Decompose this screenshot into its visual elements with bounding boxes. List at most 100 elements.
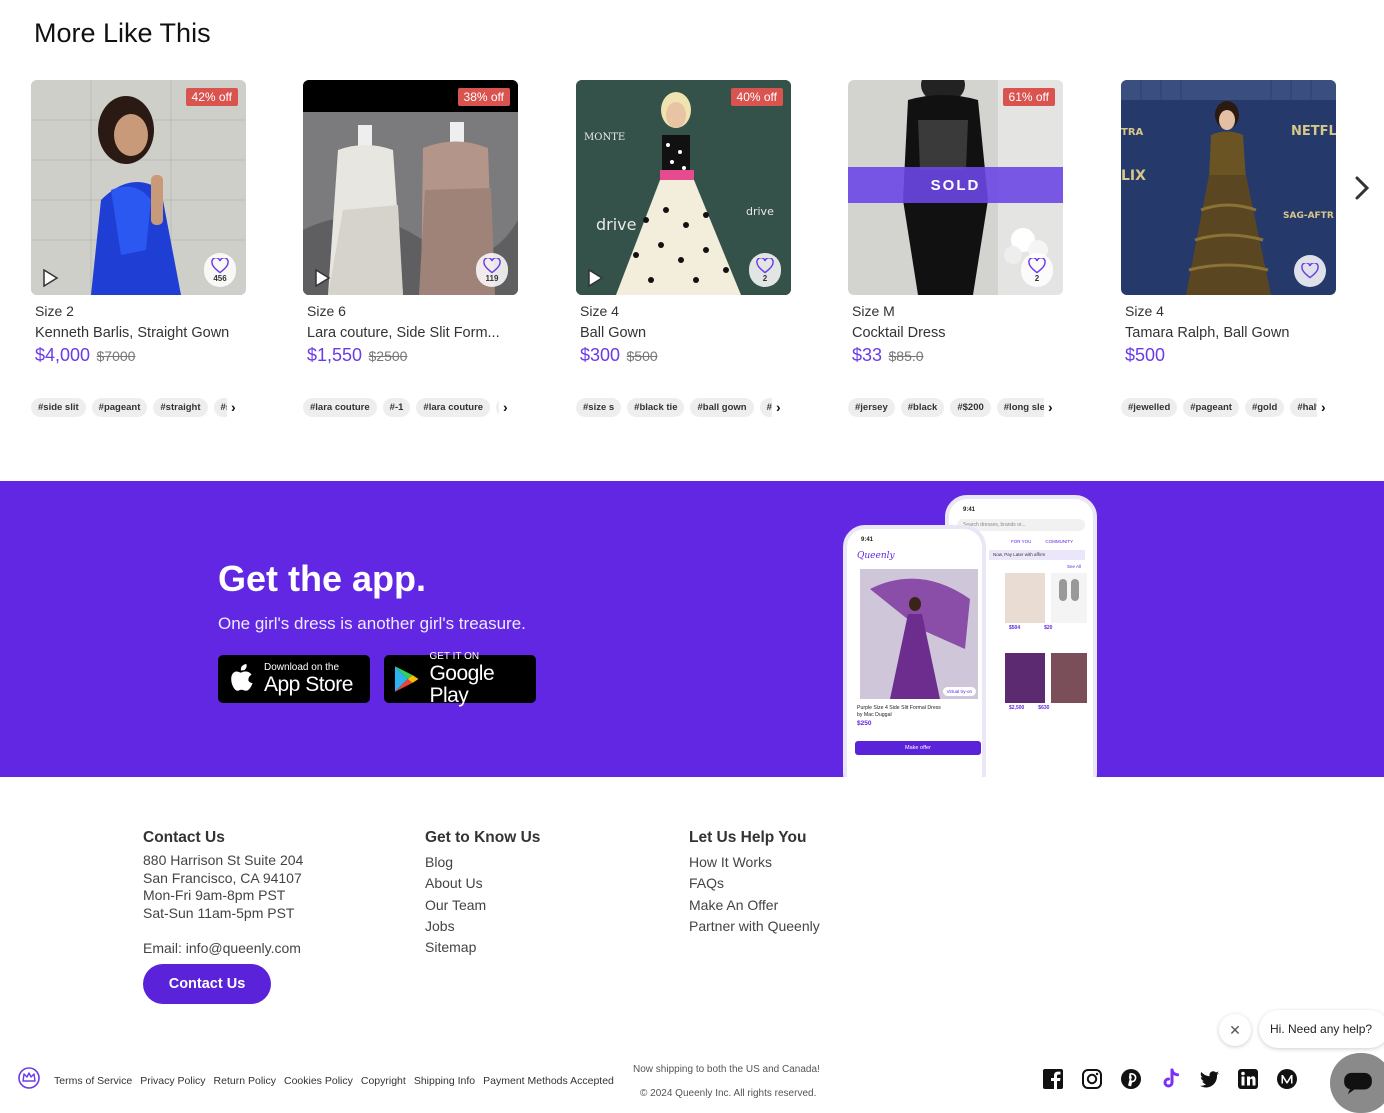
play-icon[interactable] xyxy=(313,269,331,287)
chevron-right-icon[interactable]: › xyxy=(1048,399,1053,415)
tag-chip[interactable]: #ball gown xyxy=(690,397,754,417)
footer-link-make-an-offer[interactable]: Make An Offer xyxy=(689,895,820,916)
tag-chip[interactable]: #straight xyxy=(153,397,208,417)
tag-chip[interactable]: #gold xyxy=(1244,397,1285,417)
tiktok-icon[interactable] xyxy=(1159,1068,1181,1090)
app-store-button[interactable]: Download on the App Store xyxy=(218,655,370,703)
tag-chip[interactable]: #lara couture xyxy=(303,397,377,417)
footer-link-about-us[interactable]: About Us xyxy=(425,873,540,894)
app-promo-title: Get the app. xyxy=(218,558,427,599)
footer-link-our-team[interactable]: Our Team xyxy=(425,895,540,916)
chevron-right-icon[interactable]: › xyxy=(503,399,508,415)
instagram-icon[interactable] xyxy=(1081,1068,1103,1090)
linkedin-icon[interactable] xyxy=(1237,1068,1259,1090)
product-card[interactable]: 38% off 119 Size 6 Lara couture, Side Sl… xyxy=(303,80,518,417)
discount-badge: 40% off xyxy=(730,88,783,106)
phone-time: 9:41 xyxy=(963,507,976,513)
shipping-link[interactable]: Shipping Info xyxy=(414,1075,475,1087)
favorite-button[interactable]: 2 xyxy=(1021,253,1053,287)
tag-chip[interactable]: #black tie xyxy=(627,397,685,417)
twitter-icon[interactable] xyxy=(1198,1068,1220,1090)
contact-us-button[interactable]: Contact Us xyxy=(143,964,271,1004)
product-card[interactable]: 42% off 456 Size 2 Kenneth Barlis, Strai… xyxy=(31,80,246,417)
tag-chip[interactable]: #side slit xyxy=(31,397,86,417)
product-card[interactable]: SOLD 61% off 2 Size M Cocktail Dress $33… xyxy=(848,80,1063,417)
email-line[interactable]: Email: info@queenly.com xyxy=(143,940,303,958)
tag-chip[interactable]: #$200 xyxy=(950,397,991,417)
carousel-next-icon[interactable] xyxy=(1352,172,1372,204)
phone-virtual-try-on: Virtual try-on xyxy=(942,687,976,696)
tag-chip[interactable]: # xyxy=(496,397,499,417)
product-name[interactable]: Cocktail Dress xyxy=(852,325,1062,341)
tag-chip[interactable]: #bl xyxy=(759,397,772,417)
product-size: Size 2 xyxy=(35,303,74,319)
product-name[interactable]: Lara couture, Side Slit Form... xyxy=(307,325,517,341)
chat-close-button[interactable]: ✕ xyxy=(1219,1014,1251,1046)
pinterest-icon[interactable] xyxy=(1120,1068,1142,1090)
tag-chip[interactable]: #long slee xyxy=(996,397,1044,417)
facebook-icon[interactable] xyxy=(1042,1068,1064,1090)
favorite-button[interactable]: 119 xyxy=(476,253,508,287)
chevron-right-icon[interactable]: › xyxy=(776,399,781,415)
chat-launcher-button[interactable] xyxy=(1330,1053,1384,1113)
discount-badge: 42% off xyxy=(185,88,238,106)
tag-list: #side slit #pageant #straight #s › xyxy=(31,397,246,417)
apple-icon xyxy=(231,664,253,691)
play-icon[interactable] xyxy=(41,269,59,287)
cookies-link[interactable]: Cookies Policy xyxy=(284,1075,353,1087)
tag-chip[interactable]: #size s xyxy=(576,397,622,417)
tag-chip[interactable]: #s xyxy=(213,397,227,417)
tag-chip[interactable]: #lara couture xyxy=(416,397,491,417)
chevron-right-icon[interactable]: › xyxy=(231,399,236,415)
copyright-link[interactable]: Copyright xyxy=(361,1075,406,1087)
tag-list: #size s #black tie #ball gown #bl › xyxy=(576,397,791,417)
tag-chip[interactable]: #black xyxy=(900,397,945,417)
medium-icon[interactable] xyxy=(1276,1068,1298,1090)
tag-chip[interactable]: #jersey xyxy=(848,397,895,417)
product-size: Size 6 xyxy=(307,303,346,319)
return-policy-link[interactable]: Return Policy xyxy=(214,1075,276,1087)
tag-chip[interactable]: #jewelled xyxy=(1121,397,1178,417)
price-row: $4,000 $7000 xyxy=(35,345,246,366)
footer-contact-column: Contact Us 880 Harrison St Suite 204 San… xyxy=(143,829,303,958)
tag-chip[interactable]: #pageant xyxy=(1183,397,1239,417)
chat-greeting-bubble[interactable]: Hi. Need any help? xyxy=(1259,1010,1384,1048)
product-image[interactable]: 38% off 119 xyxy=(303,80,518,295)
payment-methods-link[interactable]: Payment Methods Accepted xyxy=(483,1075,614,1087)
tag-chip[interactable]: #halte xyxy=(1290,397,1317,417)
phone-tab: COMMUNITY xyxy=(1045,539,1074,544)
product-image[interactable]: TRA LIX NETFLI SAG-AFTR xyxy=(1121,80,1336,295)
terms-link[interactable]: Terms of Service xyxy=(54,1075,132,1087)
like-count: 119 xyxy=(485,273,499,283)
product-card[interactable]: TRA LIX NETFLI SAG-AFTR Size 4 Tamara Ra… xyxy=(1121,80,1336,417)
chat-icon xyxy=(1344,1072,1372,1095)
footer-link-sitemap[interactable]: Sitemap xyxy=(425,937,540,958)
queenly-crown-logo-icon[interactable] xyxy=(18,1067,40,1089)
google-play-button[interactable]: GET IT ON Google Play xyxy=(384,651,536,707)
discount-badge: 38% off xyxy=(457,88,510,106)
product-image[interactable]: MONTE drive drive 40% off 2 xyxy=(576,80,791,295)
product-image[interactable]: 42% off 456 xyxy=(31,80,246,295)
like-count: 456 xyxy=(213,273,227,283)
footer-link-jobs[interactable]: Jobs xyxy=(425,916,540,937)
favorite-button[interactable] xyxy=(1294,255,1326,287)
close-icon: ✕ xyxy=(1229,1021,1241,1038)
tag-chip[interactable]: #pageant xyxy=(91,397,148,417)
footer-link-how-it-works[interactable]: How It Works xyxy=(689,852,820,873)
product-card[interactable]: MONTE drive drive 40% off 2 Size 4 Ball … xyxy=(576,80,791,417)
tag-chip[interactable]: #-1 xyxy=(382,397,411,417)
product-name[interactable]: Kenneth Barlis, Straight Gown xyxy=(35,325,245,341)
footer-link-partner[interactable]: Partner with Queenly xyxy=(689,916,820,937)
favorite-button[interactable]: 456 xyxy=(204,253,236,287)
footer-link-blog[interactable]: Blog xyxy=(425,852,540,873)
product-name[interactable]: Ball Gown xyxy=(580,325,790,341)
play-icon[interactable] xyxy=(586,269,604,287)
product-name[interactable]: Tamara Ralph, Ball Gown xyxy=(1125,325,1335,341)
product-size: Size 4 xyxy=(1125,303,1164,319)
heart-icon xyxy=(1028,257,1046,273)
chevron-right-icon[interactable]: › xyxy=(1321,399,1326,415)
footer-link-faqs[interactable]: FAQs xyxy=(689,873,820,894)
product-image[interactable]: SOLD 61% off 2 xyxy=(848,80,1063,295)
favorite-button[interactable]: 2 xyxy=(749,253,781,287)
privacy-link[interactable]: Privacy Policy xyxy=(140,1075,205,1087)
